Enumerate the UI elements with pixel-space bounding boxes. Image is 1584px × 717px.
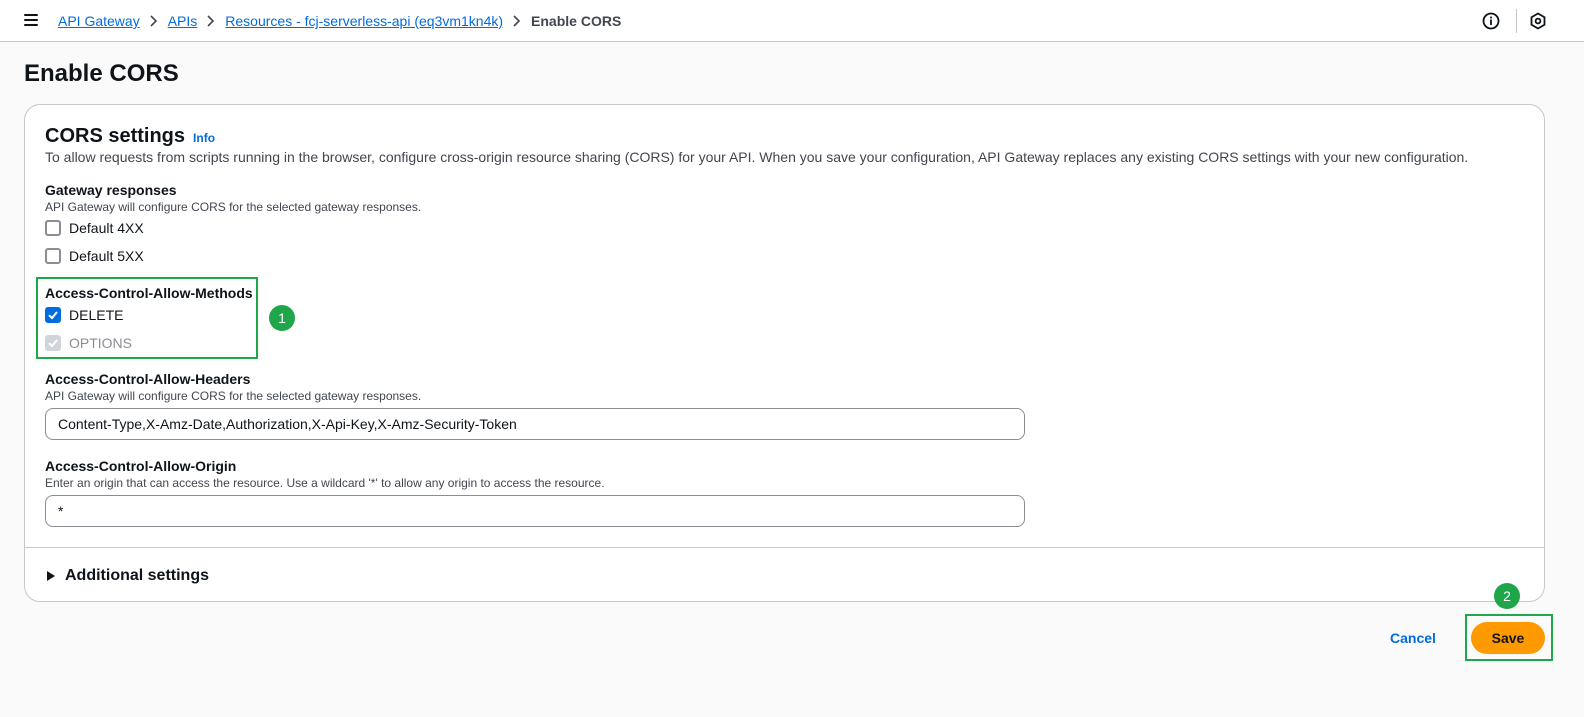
checkbox-label: Default 4XX (69, 220, 144, 236)
checkbox-unchecked-icon[interactable] (45, 248, 61, 264)
info-link[interactable]: Info (193, 131, 215, 145)
step-badge-2: 2 (1494, 583, 1520, 609)
checkbox-default-5xx[interactable]: Default 5XX (45, 247, 144, 265)
chevron-right-icon (503, 15, 531, 27)
gateway-responses-label: Gateway responses (45, 182, 177, 198)
allow-headers-input[interactable] (45, 408, 1025, 440)
breadcrumb-api-gateway[interactable]: API Gateway (58, 12, 140, 30)
panel-divider (25, 547, 1544, 548)
menu-icon[interactable] (24, 14, 38, 26)
additional-settings-expander[interactable]: Additional settings (47, 566, 209, 586)
breadcrumb-apis[interactable]: APIs (168, 12, 198, 30)
allow-headers-hint: API Gateway will configure CORS for the … (45, 389, 422, 403)
checkbox-checked-icon[interactable] (45, 307, 61, 323)
toolbar-divider (1516, 9, 1517, 33)
allow-methods-label: Access-Control-Allow-Methods (45, 285, 253, 301)
save-button[interactable]: Save (1471, 622, 1545, 654)
breadcrumb-current: Enable CORS (531, 13, 622, 29)
checkbox-checked-disabled-icon (45, 335, 61, 351)
cancel-button[interactable]: Cancel (1390, 626, 1436, 650)
allow-origin-hint: Enter an origin that can access the reso… (45, 476, 605, 490)
checkbox-label: Default 5XX (69, 248, 144, 264)
cors-settings-heading: CORS settings (45, 125, 186, 147)
checkbox-unchecked-icon[interactable] (45, 220, 61, 236)
chevron-right-icon (140, 15, 168, 27)
top-navigation-bar: API Gateway APIs Resources - fcj-serverl… (0, 0, 1584, 42)
caret-right-icon (47, 571, 55, 581)
additional-settings-label: Additional settings (65, 567, 209, 584)
checkbox-default-4xx[interactable]: Default 4XX (45, 219, 144, 237)
cors-settings-panel: CORS settings Info To allow requests fro… (24, 104, 1545, 602)
gateway-responses-hint: API Gateway will configure CORS for the … (45, 200, 422, 214)
allow-origin-input[interactable] (45, 495, 1025, 527)
breadcrumb-resources[interactable]: Resources - fcj-serverless-api (eq3vm1kn… (225, 12, 503, 30)
checkbox-label: OPTIONS (69, 335, 133, 351)
cors-description: To allow requests from scripts running i… (45, 149, 1469, 165)
info-icon[interactable] (1481, 11, 1501, 31)
page-title: Enable CORS (24, 60, 179, 87)
checkbox-label: DELETE (69, 307, 124, 323)
breadcrumb: API Gateway APIs Resources - fcj-serverl… (58, 12, 621, 30)
allow-headers-label: Access-Control-Allow-Headers (45, 371, 251, 387)
allow-origin-label: Access-Control-Allow-Origin (45, 458, 237, 474)
step-badge-1: 1 (269, 305, 295, 331)
settings-hex-icon[interactable] (1528, 11, 1548, 31)
checkbox-delete[interactable]: DELETE (45, 306, 123, 324)
panel-heading: CORS settings Info (45, 123, 215, 149)
checkbox-options: OPTIONS (45, 334, 132, 352)
chevron-right-icon (197, 15, 225, 27)
